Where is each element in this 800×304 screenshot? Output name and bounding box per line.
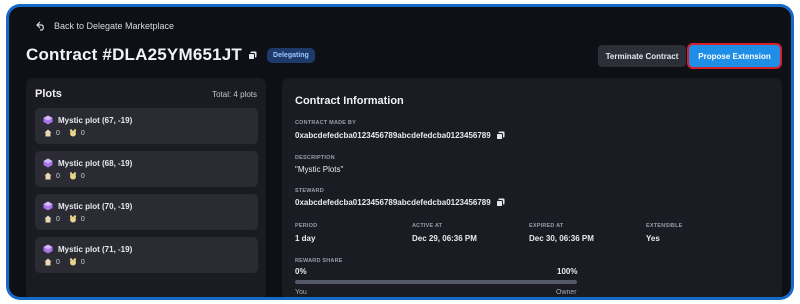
reward-share-bar xyxy=(295,280,577,284)
plots-total: Total: 4 plots xyxy=(212,89,257,99)
plot-stat-value: 0 xyxy=(56,258,60,266)
made-by-label: CONTRACT MADE BY xyxy=(295,120,356,126)
terminate-contract-button[interactable]: Terminate Contract xyxy=(598,45,686,67)
steward-label: STEWARD xyxy=(295,188,324,194)
arrow-back-icon xyxy=(36,21,46,31)
plot-card[interactable]: Mystic plot (70, -19) 0 0 xyxy=(35,194,258,230)
reward-right-pct: 100% xyxy=(557,267,578,276)
house-icon xyxy=(44,258,52,266)
plot-name: Mystic plot (68, -19) xyxy=(58,158,133,168)
house-icon xyxy=(44,215,52,223)
description-value: "Mystic Plots" xyxy=(295,165,344,174)
plot-name: Mystic plot (67, -19) xyxy=(58,115,133,125)
made-by-value: 0xabcdefedcba0123456789abcdefedcba012345… xyxy=(295,131,505,140)
copy-icon[interactable] xyxy=(248,51,257,60)
creature-icon xyxy=(69,258,77,266)
gem-icon xyxy=(43,158,53,168)
plot-card[interactable]: Mystic plot (67, -19) 0 0 xyxy=(35,108,258,144)
steward-value: 0xabcdefedcba0123456789abcdefedcba012345… xyxy=(295,198,505,207)
plot-list: Mystic plot (67, -19) 0 0 Mystic plot (6… xyxy=(35,108,258,280)
plot-name: Mystic plot (71, -19) xyxy=(58,244,133,254)
title-row: Contract #DLA25YM651JT Delegating xyxy=(26,45,315,65)
gem-icon xyxy=(43,244,53,254)
made-by-address: 0xabcdefedcba0123456789abcdefedcba012345… xyxy=(295,131,491,140)
house-icon xyxy=(44,129,52,137)
reward-left-pct: 0% xyxy=(295,267,307,276)
propose-extension-button[interactable]: Propose Extension xyxy=(689,45,780,67)
contract-info-title: Contract Information xyxy=(295,95,404,107)
steward-address: 0xabcdefedcba0123456789abcdefedcba012345… xyxy=(295,198,491,207)
gem-icon xyxy=(43,201,53,211)
plot-stat-value: 0 xyxy=(80,129,85,137)
expired-at-value: Dec 30, 06:36 PM xyxy=(529,234,594,243)
plot-stat-value: 0 xyxy=(80,172,85,180)
house-icon xyxy=(44,172,52,180)
copy-icon[interactable] xyxy=(495,131,505,140)
creature-icon xyxy=(69,215,77,223)
creature-icon xyxy=(69,172,77,180)
description-label: DESCRIPTION xyxy=(295,155,335,161)
active-at-value: Dec 29, 06:36 PM xyxy=(412,234,477,243)
plot-stat-value: 0 xyxy=(56,129,60,137)
plots-panel: Plots Total: 4 plots Mystic plot (67, -1… xyxy=(26,78,266,297)
reward-left-name: You xyxy=(295,289,307,296)
plots-title: Plots xyxy=(35,88,62,100)
app-frame: Back to Delegate Marketplace Contract #D… xyxy=(6,4,794,300)
plots-header: Plots Total: 4 plots xyxy=(26,78,266,100)
plot-stat-value: 0 xyxy=(56,215,60,223)
period-value: 1 day xyxy=(295,234,316,243)
period-label: PERIOD xyxy=(295,223,318,229)
reward-share-label: REWARD SHARE xyxy=(295,258,343,264)
creature-icon xyxy=(69,129,77,137)
copy-icon[interactable] xyxy=(495,198,505,207)
reward-right-name: Owner xyxy=(556,289,577,296)
plot-stat-value: 0 xyxy=(56,172,60,180)
back-link[interactable]: Back to Delegate Marketplace xyxy=(36,21,174,31)
active-at-label: ACTIVE AT xyxy=(412,223,443,229)
status-badge: Delegating xyxy=(267,47,315,63)
back-link-label: Back to Delegate Marketplace xyxy=(54,21,175,31)
plot-stat-value: 0 xyxy=(80,258,85,266)
contract-info-panel: Contract Information CONTRACT MADE BY 0x… xyxy=(282,78,782,297)
plot-name: Mystic plot (70, -19) xyxy=(58,201,133,211)
app-window: Back to Delegate Marketplace Contract #D… xyxy=(9,7,791,297)
gem-icon xyxy=(43,115,53,125)
plot-card[interactable]: Mystic plot (68, -19) 0 0 xyxy=(35,151,258,187)
extensible-label: EXTENSIBLE xyxy=(646,223,683,229)
extensible-value: Yes xyxy=(646,234,660,243)
expired-at-label: EXPIRED AT xyxy=(529,223,564,229)
plot-stat-value: 0 xyxy=(80,215,85,223)
plot-card[interactable]: Mystic plot (71, -19) 0 0 xyxy=(35,237,258,273)
page-title: Contract #DLA25YM651JT xyxy=(26,45,243,64)
